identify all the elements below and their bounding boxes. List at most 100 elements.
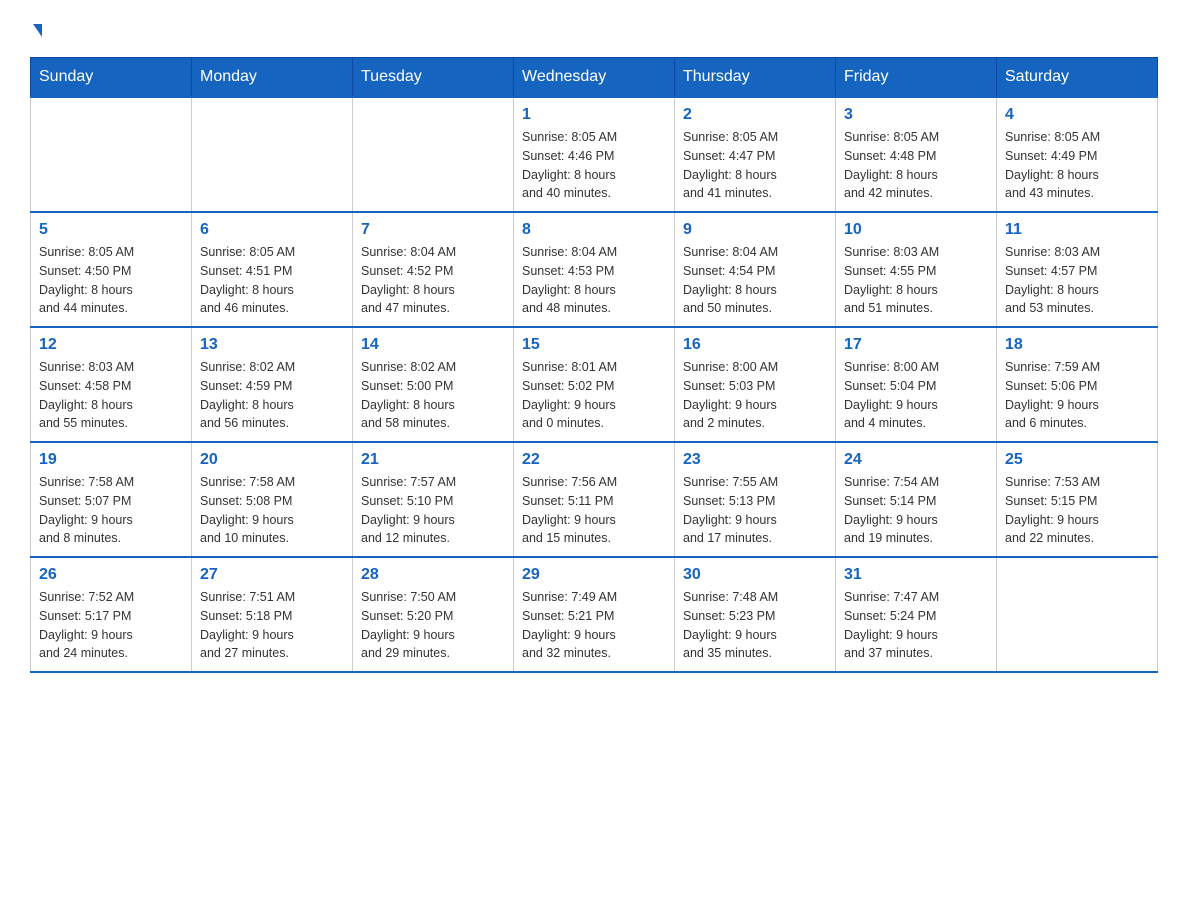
calendar-cell: 20 Sunrise: 7:58 AM Sunset: 5:08 PM Dayli… [192,442,353,557]
day-number: 10 [844,221,988,239]
day-info: Sunrise: 8:03 AM Sunset: 4:55 PM Dayligh… [844,243,988,318]
day-info: Sunrise: 8:05 AM Sunset: 4:46 PM Dayligh… [522,128,666,203]
day-info: Sunrise: 7:55 AM Sunset: 5:13 PM Dayligh… [683,473,827,548]
calendar-week-4: 19 Sunrise: 7:58 AM Sunset: 5:07 PM Dayli… [31,442,1158,557]
day-number: 2 [683,106,827,124]
logo [30,20,42,37]
day-number: 30 [683,566,827,584]
day-number: 22 [522,451,666,469]
day-number: 6 [200,221,344,239]
calendar-cell: 10 Sunrise: 8:03 AM Sunset: 4:55 PM Dayli… [836,212,997,327]
calendar-cell: 12 Sunrise: 8:03 AM Sunset: 4:58 PM Dayli… [31,327,192,442]
day-info: Sunrise: 8:05 AM Sunset: 4:48 PM Dayligh… [844,128,988,203]
calendar-cell: 16 Sunrise: 8:00 AM Sunset: 5:03 PM Dayli… [675,327,836,442]
day-number: 7 [361,221,505,239]
day-info: Sunrise: 8:05 AM Sunset: 4:49 PM Dayligh… [1005,128,1149,203]
calendar-cell: 27Sunrise: 7:51 AM Sunset: 5:18 PM Dayli… [192,557,353,672]
day-info: Sunrise: 7:56 AM Sunset: 5:11 PM Dayligh… [522,473,666,548]
calendar-week-1: 1Sunrise: 8:05 AM Sunset: 4:46 PM Daylig… [31,97,1158,212]
calendar-cell: 14 Sunrise: 8:02 AM Sunset: 5:00 PM Dayli… [353,327,514,442]
day-number: 15 [522,336,666,354]
day-number: 14 [361,336,505,354]
day-info: Sunrise: 8:00 AM Sunset: 5:03 PM Dayligh… [683,358,827,433]
calendar-cell: 23 Sunrise: 7:55 AM Sunset: 5:13 PM Dayli… [675,442,836,557]
calendar-cell: 5 Sunrise: 8:05 AM Sunset: 4:50 PM Daylig… [31,212,192,327]
weekday-header-thursday: Thursday [675,58,836,98]
calendar-cell [353,97,514,212]
day-number: 5 [39,221,183,239]
day-info: Sunrise: 7:47 AM Sunset: 5:24 PM Dayligh… [844,588,988,663]
calendar-cell [997,557,1158,672]
day-number: 11 [1005,221,1149,239]
calendar-table: SundayMondayTuesdayWednesdayThursdayFrid… [30,57,1158,673]
logo-arrow-icon [33,24,42,37]
weekday-header-tuesday: Tuesday [353,58,514,98]
calendar-cell: 18 Sunrise: 7:59 AM Sunset: 5:06 PM Dayli… [997,327,1158,442]
calendar-cell: 7Sunrise: 8:04 AM Sunset: 4:52 PM Daylig… [353,212,514,327]
day-number: 16 [683,336,827,354]
calendar-week-2: 5 Sunrise: 8:05 AM Sunset: 4:50 PM Daylig… [31,212,1158,327]
day-number: 19 [39,451,183,469]
day-info: Sunrise: 8:03 AM Sunset: 4:58 PM Dayligh… [39,358,183,433]
calendar-cell: 26 Sunrise: 7:52 AM Sunset: 5:17 PM Dayli… [31,557,192,672]
day-info: Sunrise: 7:50 AM Sunset: 5:20 PM Dayligh… [361,588,505,663]
weekday-header-sunday: Sunday [31,58,192,98]
calendar-week-5: 26 Sunrise: 7:52 AM Sunset: 5:17 PM Dayli… [31,557,1158,672]
day-number: 25 [1005,451,1149,469]
day-number: 18 [1005,336,1149,354]
calendar-header-row: SundayMondayTuesdayWednesdayThursdayFrid… [31,58,1158,98]
day-info: Sunrise: 7:49 AM Sunset: 5:21 PM Dayligh… [522,588,666,663]
day-number: 28 [361,566,505,584]
day-number: 13 [200,336,344,354]
day-number: 31 [844,566,988,584]
calendar-cell: 30 Sunrise: 7:48 AM Sunset: 5:23 PM Dayli… [675,557,836,672]
day-info: Sunrise: 7:58 AM Sunset: 5:08 PM Dayligh… [200,473,344,548]
day-number: 3 [844,106,988,124]
day-number: 4 [1005,106,1149,124]
calendar-cell: 11 Sunrise: 8:03 AM Sunset: 4:57 PM Dayli… [997,212,1158,327]
day-info: Sunrise: 8:01 AM Sunset: 5:02 PM Dayligh… [522,358,666,433]
calendar-cell: 15 Sunrise: 8:01 AM Sunset: 5:02 PM Dayli… [514,327,675,442]
calendar-cell: 21 Sunrise: 7:57 AM Sunset: 5:10 PM Dayli… [353,442,514,557]
day-info: Sunrise: 8:02 AM Sunset: 5:00 PM Dayligh… [361,358,505,433]
day-number: 21 [361,451,505,469]
weekday-header-friday: Friday [836,58,997,98]
day-info: Sunrise: 8:05 AM Sunset: 4:51 PM Dayligh… [200,243,344,318]
calendar-cell [192,97,353,212]
day-info: Sunrise: 7:48 AM Sunset: 5:23 PM Dayligh… [683,588,827,663]
day-number: 12 [39,336,183,354]
day-number: 8 [522,221,666,239]
day-number: 27 [200,566,344,584]
calendar-cell: 3 Sunrise: 8:05 AM Sunset: 4:48 PM Daylig… [836,97,997,212]
calendar-cell: 24Sunrise: 7:54 AM Sunset: 5:14 PM Dayli… [836,442,997,557]
day-info: Sunrise: 7:52 AM Sunset: 5:17 PM Dayligh… [39,588,183,663]
day-info: Sunrise: 7:53 AM Sunset: 5:15 PM Dayligh… [1005,473,1149,548]
day-info: Sunrise: 8:05 AM Sunset: 4:50 PM Dayligh… [39,243,183,318]
day-number: 26 [39,566,183,584]
day-number: 20 [200,451,344,469]
weekday-header-monday: Monday [192,58,353,98]
day-info: Sunrise: 7:58 AM Sunset: 5:07 PM Dayligh… [39,473,183,548]
day-info: Sunrise: 8:03 AM Sunset: 4:57 PM Dayligh… [1005,243,1149,318]
day-info: Sunrise: 7:57 AM Sunset: 5:10 PM Dayligh… [361,473,505,548]
calendar-cell: 25 Sunrise: 7:53 AM Sunset: 5:15 PM Dayli… [997,442,1158,557]
page-header [30,20,1158,37]
calendar-cell: 28 Sunrise: 7:50 AM Sunset: 5:20 PM Dayli… [353,557,514,672]
calendar-cell: 9Sunrise: 8:04 AM Sunset: 4:54 PM Daylig… [675,212,836,327]
day-number: 24 [844,451,988,469]
day-number: 23 [683,451,827,469]
calendar-cell: 17Sunrise: 8:00 AM Sunset: 5:04 PM Dayli… [836,327,997,442]
day-info: Sunrise: 8:04 AM Sunset: 4:53 PM Dayligh… [522,243,666,318]
calendar-cell: 1Sunrise: 8:05 AM Sunset: 4:46 PM Daylig… [514,97,675,212]
calendar-cell: 19 Sunrise: 7:58 AM Sunset: 5:07 PM Dayli… [31,442,192,557]
day-number: 29 [522,566,666,584]
calendar-cell: 29 Sunrise: 7:49 AM Sunset: 5:21 PM Dayli… [514,557,675,672]
calendar-cell: 31 Sunrise: 7:47 AM Sunset: 5:24 PM Dayli… [836,557,997,672]
day-info: Sunrise: 8:02 AM Sunset: 4:59 PM Dayligh… [200,358,344,433]
calendar-cell: 2 Sunrise: 8:05 AM Sunset: 4:47 PM Daylig… [675,97,836,212]
weekday-header-wednesday: Wednesday [514,58,675,98]
day-info: Sunrise: 7:59 AM Sunset: 5:06 PM Dayligh… [1005,358,1149,433]
calendar-cell: 22 Sunrise: 7:56 AM Sunset: 5:11 PM Dayli… [514,442,675,557]
calendar-cell: 8 Sunrise: 8:04 AM Sunset: 4:53 PM Daylig… [514,212,675,327]
day-info: Sunrise: 8:05 AM Sunset: 4:47 PM Dayligh… [683,128,827,203]
